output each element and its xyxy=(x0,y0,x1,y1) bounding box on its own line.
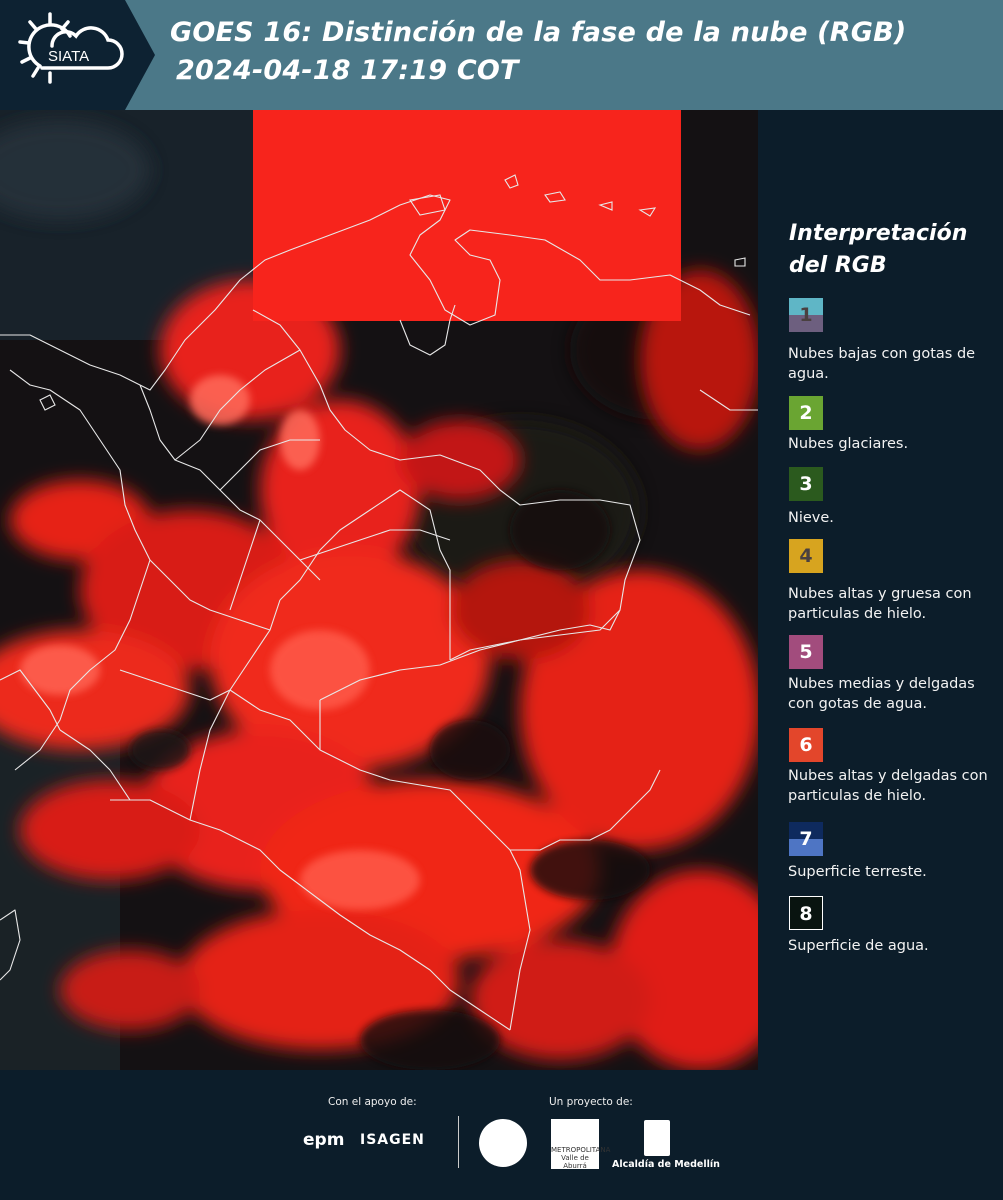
medellin-seal-icon[interactable] xyxy=(479,1119,527,1167)
legend-swatch-2: 2 xyxy=(789,396,823,430)
legend-label-7: Superficie terreste. xyxy=(788,864,927,880)
legend-swatch-5: 5 xyxy=(789,635,823,669)
header-bar: SIATA GOES 16: Distinción de la fase de … xyxy=(0,0,1003,110)
legend-label-1: Nubes bajas con gotas de agua. xyxy=(788,346,976,382)
satellite-rgb-map[interactable] xyxy=(0,110,758,1070)
support-label: Con el apoyo de: xyxy=(328,1096,417,1108)
legend-swatch-6: 6 xyxy=(789,728,823,762)
project-label: Un proyecto de: xyxy=(549,1096,633,1108)
svg-text:SIATA: SIATA xyxy=(48,48,89,65)
legend-swatch-3: 3 xyxy=(789,467,823,501)
legend-label-4: Nubes altas y gruesa con particulas de h… xyxy=(788,586,972,622)
sun-cloud-icon: SIATA xyxy=(18,12,124,84)
legend-label-2: Nubes glaciares. xyxy=(788,436,909,452)
legend-swatch-8: 8 xyxy=(789,896,823,930)
footer: Con el apoyo de: epm ISAGEN Un proyecto … xyxy=(0,1070,1003,1200)
page-title: GOES 16: Distinción de la fase de la nub… xyxy=(170,14,906,90)
alcaldia-shield-icon xyxy=(644,1120,670,1156)
legend-swatch-1: 1 xyxy=(789,298,823,332)
siata-logo[interactable]: SIATA xyxy=(0,0,155,110)
title-line-1: GOES 16: Distinción de la fase de la nub… xyxy=(170,17,907,48)
legend-swatch-7: 7 xyxy=(789,822,823,856)
legend-swatch-4: 4 xyxy=(789,539,823,573)
map-image xyxy=(0,110,758,1070)
legend-label-3: Nieve. xyxy=(788,510,834,526)
legend-title-line-2: del RGB xyxy=(789,253,887,278)
legend-panel: Interpretación del RGB 1 Nubes bajas con … xyxy=(758,110,1003,1070)
amva-line-1: METROPOLITANA xyxy=(551,1146,611,1154)
isagen-logo[interactable]: ISAGEN xyxy=(360,1132,425,1148)
alcaldia-logo[interactable]: Alcaldía de Medellín xyxy=(612,1159,720,1170)
legend-title: Interpretación del RGB xyxy=(789,218,967,282)
footer-divider xyxy=(458,1116,459,1168)
legend-label-8: Superficie de agua. xyxy=(788,938,929,954)
epm-logo[interactable]: epm xyxy=(303,1130,344,1150)
legend-label-6: Nubes altas y delgadas con particulas de… xyxy=(788,768,988,804)
legend-label-5: Nubes medias y delgadas con gotas de agu… xyxy=(788,676,975,712)
title-line-2: 2024-04-18 17:19 COT xyxy=(176,55,519,86)
amva-line-2: Valle de Aburrá xyxy=(561,1154,589,1170)
legend-title-line-1: Interpretación xyxy=(789,221,968,246)
area-metropolitana-logo[interactable]: METROPOLITANA Valle de Aburrá xyxy=(551,1119,611,1170)
